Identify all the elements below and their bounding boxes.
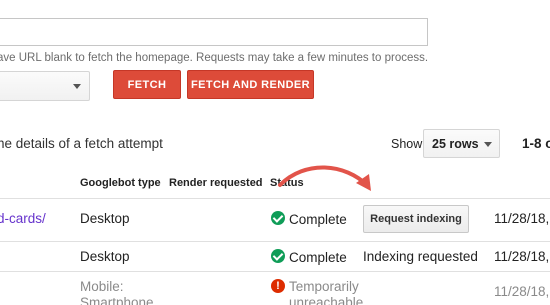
divider [0, 271, 550, 272]
table-caption: he details of a fetch attempt [0, 136, 163, 151]
table-cell-type-line2: Smartphone [80, 295, 154, 305]
table-cell-status-line2: unreachable [289, 295, 364, 305]
divider [0, 198, 550, 199]
table-row-path-link[interactable]: d-cards/ [0, 211, 46, 226]
table-cell-date: 11/28/18, [494, 284, 550, 299]
caret-down-icon [73, 84, 81, 89]
column-header-render-requested[interactable]: Render requested [169, 177, 263, 189]
request-indexing-button[interactable]: Request indexing [363, 205, 469, 233]
show-label: Show [391, 137, 423, 151]
table-cell-type: Desktop [80, 211, 130, 226]
table-cell-status: Complete [289, 212, 347, 227]
exclamation-circle-icon: ! [271, 279, 285, 293]
rows-per-page-select[interactable]: 25 rows [423, 129, 500, 158]
helper-text: ave URL blank to fetch the homepage. Req… [0, 52, 429, 64]
table-cell-status: Complete [289, 250, 347, 265]
fetch-button[interactable]: FETCH [113, 70, 181, 99]
caret-down-icon [484, 142, 492, 147]
column-header-status[interactable]: Status [270, 177, 304, 189]
fetch-and-render-button[interactable]: FETCH AND RENDER [187, 70, 314, 99]
table-cell-date: 11/28/18, 4 [494, 211, 550, 226]
table-cell-date: 11/28/18, 4 [494, 249, 550, 264]
check-circle-icon [271, 249, 285, 263]
column-header-googlebot-type[interactable]: Googlebot type [80, 177, 161, 189]
indexing-requested-text: Indexing requested [363, 249, 478, 264]
table-cell-type-line1: Mobile: [80, 279, 124, 294]
divider [0, 241, 550, 242]
pagination-range: 1-8 o [522, 136, 550, 151]
table-cell-type: Desktop [80, 249, 130, 264]
table-cell-status-line1: Temporarily [289, 279, 359, 294]
url-input[interactable] [0, 18, 428, 46]
device-select[interactable] [0, 71, 90, 101]
check-circle-icon [271, 211, 285, 225]
rows-per-page-value: 25 rows [432, 136, 479, 151]
